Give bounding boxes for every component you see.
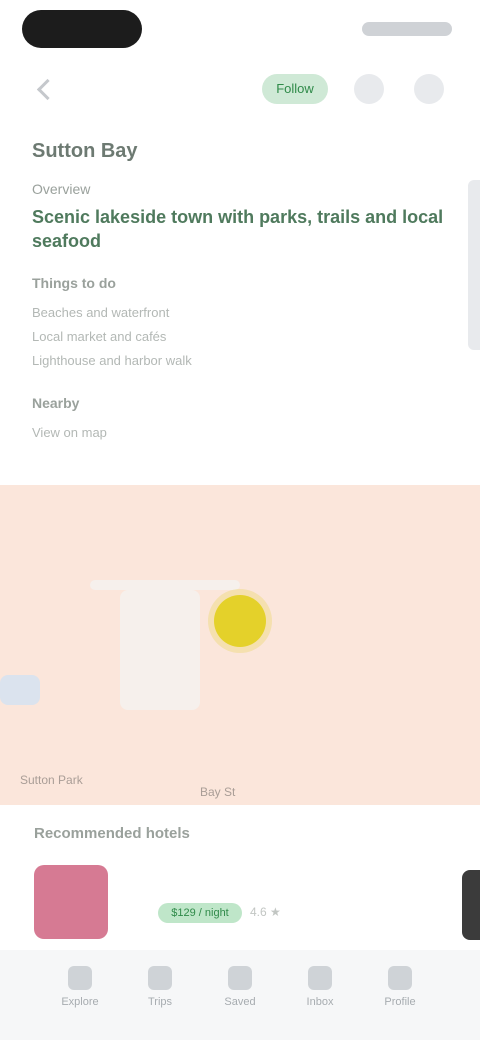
follow-button[interactable]: Follow bbox=[262, 74, 328, 104]
nav-item-saved[interactable]: Saved bbox=[208, 960, 272, 1020]
more-icon[interactable] bbox=[414, 74, 444, 104]
inbox-icon bbox=[308, 966, 332, 990]
nav-item-explore[interactable]: Explore bbox=[48, 960, 112, 1020]
nav-label: Trips bbox=[147, 996, 173, 1008]
heart-icon bbox=[228, 966, 252, 990]
hotel-thumbnail[interactable] bbox=[34, 865, 108, 939]
nav-label: Explore bbox=[61, 996, 99, 1008]
map-road bbox=[90, 580, 240, 590]
top-bar: Follow bbox=[0, 60, 480, 120]
back-button[interactable] bbox=[30, 74, 66, 104]
status-icons bbox=[362, 22, 452, 36]
dynamic-island bbox=[22, 10, 142, 48]
place-title: Sutton Bay bbox=[32, 140, 138, 162]
nav-item-trips[interactable]: Trips bbox=[128, 960, 192, 1020]
recommendation-card[interactable]: Recommended hotels $129 / night 4.6 ★ bbox=[0, 805, 480, 939]
view-on-map-link[interactable]: View on map bbox=[32, 421, 452, 445]
nav-label: Profile bbox=[384, 996, 416, 1008]
location-pin-icon[interactable] bbox=[214, 595, 266, 647]
card-peek-right[interactable] bbox=[462, 870, 480, 940]
map-label: Bay St bbox=[200, 785, 236, 799]
info-line: Lighthouse and harbor walk bbox=[32, 353, 192, 368]
map-water bbox=[0, 675, 40, 705]
bottom-navigation: Explore Trips Saved Inbox Profile bbox=[0, 950, 480, 1040]
side-card-peek[interactable] bbox=[468, 180, 480, 350]
map-label: Sutton Park bbox=[20, 773, 83, 787]
share-icon[interactable] bbox=[354, 74, 384, 104]
profile-icon bbox=[388, 966, 412, 990]
status-bar bbox=[0, 0, 480, 60]
nav-label: Inbox bbox=[306, 996, 334, 1008]
explore-icon bbox=[68, 966, 92, 990]
price-badge: $129 / night bbox=[158, 903, 242, 923]
section-title-nearby: Nearby bbox=[32, 395, 80, 411]
nav-item-profile[interactable]: Profile bbox=[368, 960, 432, 1020]
rating-text: 4.6 ★ bbox=[250, 905, 281, 919]
map-road bbox=[120, 590, 200, 710]
section-title-things: Things to do bbox=[32, 275, 116, 291]
info-line: Local market and cafés bbox=[32, 329, 167, 344]
nav-item-inbox[interactable]: Inbox bbox=[288, 960, 352, 1020]
place-highlight: Scenic lakeside town with parks, trails … bbox=[32, 207, 444, 251]
place-subtitle: Overview bbox=[32, 181, 91, 197]
trips-icon bbox=[148, 966, 172, 990]
place-details: Sutton Bay Overview Scenic lakeside town… bbox=[32, 140, 452, 445]
info-line: Beaches and waterfront bbox=[32, 305, 170, 320]
card-title: Recommended hotels bbox=[34, 825, 190, 842]
nav-label: Saved bbox=[224, 996, 256, 1008]
